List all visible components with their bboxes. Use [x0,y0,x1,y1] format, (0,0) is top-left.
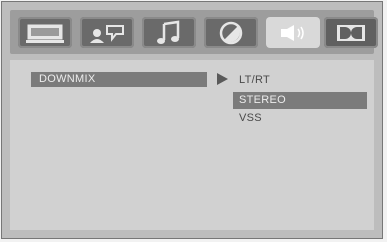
osd-screen: DOWNMIX LT/RT STEREO VSS [1,1,383,239]
speaker-sound-icon [281,24,304,41]
downmix-menu-item[interactable]: DOWNMIX [31,72,207,87]
tab-dolby[interactable] [324,17,378,48]
option-lt-rt[interactable]: LT/RT [233,72,367,89]
music-note-icon [157,20,180,44]
tab-audio-music[interactable] [142,17,196,48]
contrast-circle-icon [219,21,243,44]
tab-general[interactable] [18,17,72,48]
tv-screen-icon [26,24,64,43]
tab-language[interactable] [80,17,134,48]
tab-bar [10,10,378,54]
person-speech-icon [90,24,124,43]
submenu-arrow-icon [217,73,228,85]
tab-speaker[interactable] [266,17,320,48]
downmix-submenu: LT/RT STEREO VSS [233,72,367,129]
tab-video[interactable] [204,17,258,48]
dolby-icon [337,24,365,41]
menu-area: DOWNMIX LT/RT STEREO VSS [10,60,374,230]
option-stereo[interactable]: STEREO [233,92,367,109]
option-vss[interactable]: VSS [233,110,367,127]
